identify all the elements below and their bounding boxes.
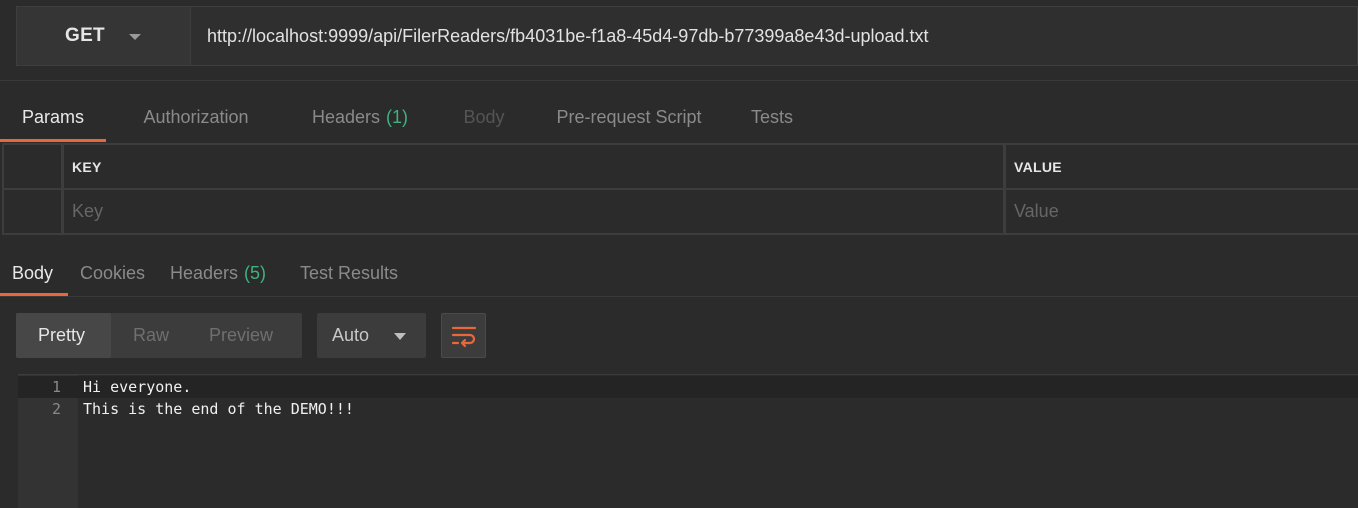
method-select[interactable]: GET bbox=[16, 6, 190, 66]
value-header-label: VALUE bbox=[1014, 158, 1062, 175]
params-input-row: Key Value bbox=[2, 190, 1358, 235]
value-placeholder: Value bbox=[1014, 201, 1059, 221]
wrap-lines-icon bbox=[451, 326, 476, 347]
code-line: 1 Hi everyone. bbox=[18, 376, 1358, 398]
key-header-label: KEY bbox=[72, 158, 102, 175]
view-mode-group: Pretty Raw Preview bbox=[16, 313, 302, 358]
tab-params[interactable]: Params bbox=[0, 92, 107, 142]
select-column-header bbox=[2, 145, 64, 188]
method-label: GET bbox=[65, 25, 105, 46]
tab-cookies[interactable]: Cookies bbox=[68, 250, 158, 296]
key-input[interactable]: Key bbox=[64, 190, 1006, 233]
headers-count-badge: (1) bbox=[386, 106, 409, 127]
divider bbox=[0, 296, 1358, 297]
request-tabs: Params Authorization Headers (1) Body Pr… bbox=[0, 92, 820, 142]
tab-body: Body bbox=[434, 92, 534, 142]
response-headers-count-badge: (5) bbox=[244, 262, 267, 283]
tab-label: Headers bbox=[311, 106, 381, 127]
wrap-lines-button[interactable] bbox=[441, 313, 486, 358]
preview-label: Preview bbox=[209, 325, 274, 345]
preview-button[interactable]: Preview bbox=[191, 313, 302, 358]
response-body-editor[interactable]: 1 Hi everyone. 2 This is the end of the … bbox=[18, 374, 1358, 508]
response-tabs: Body Cookies Headers (5) Test Results bbox=[0, 250, 408, 296]
key-placeholder: Key bbox=[72, 201, 104, 221]
format-select[interactable]: Auto bbox=[317, 313, 426, 358]
line-text: This is the end of the DEMO!!! bbox=[83, 400, 354, 418]
tab-label: Authorization bbox=[143, 106, 249, 127]
request-bar: GET http://localhost:9999/api/FilerReade… bbox=[16, 6, 1358, 66]
tab-label: Test Results bbox=[300, 262, 399, 283]
tab-label: Headers bbox=[170, 262, 239, 283]
tab-label: Pre-request Script bbox=[556, 106, 702, 127]
pretty-button[interactable]: Pretty bbox=[16, 313, 111, 358]
params-header-row: KEY VALUE bbox=[2, 145, 1358, 190]
tab-label: Tests bbox=[751, 106, 794, 127]
line-number: 2 bbox=[51, 400, 61, 418]
url-input[interactable]: http://localhost:9999/api/FilerReaders/f… bbox=[190, 6, 1358, 66]
raw-button[interactable]: Raw bbox=[111, 313, 191, 358]
line-number: 1 bbox=[51, 378, 61, 396]
chevron-down-icon bbox=[394, 333, 406, 340]
tab-label: Body bbox=[12, 262, 54, 283]
pretty-label: Pretty bbox=[38, 325, 86, 345]
tab-tests[interactable]: Tests bbox=[724, 92, 820, 142]
value-column-header: VALUE bbox=[1006, 145, 1358, 188]
divider bbox=[0, 80, 1358, 81]
params-table: KEY VALUE Key Value bbox=[2, 143, 1358, 235]
raw-label: Raw bbox=[133, 325, 170, 345]
tab-headers[interactable]: Headers (1) bbox=[286, 92, 434, 142]
format-label: Auto bbox=[332, 325, 370, 345]
row-checkbox-cell[interactable] bbox=[2, 190, 64, 233]
tab-label: Params bbox=[22, 106, 85, 127]
chevron-down-icon bbox=[128, 34, 141, 40]
tab-response-body[interactable]: Body bbox=[0, 250, 68, 296]
value-input[interactable]: Value bbox=[1006, 190, 1358, 233]
tab-label: Cookies bbox=[80, 262, 146, 283]
tab-response-headers[interactable]: Headers (5) bbox=[158, 250, 288, 296]
line-text: Hi everyone. bbox=[83, 378, 192, 396]
tab-test-results[interactable]: Test Results bbox=[288, 250, 408, 296]
tab-pre-request-script[interactable]: Pre-request Script bbox=[534, 92, 724, 142]
key-column-header: KEY bbox=[64, 145, 1006, 188]
tab-label: Body bbox=[463, 106, 505, 127]
code-line: 2 This is the end of the DEMO!!! bbox=[18, 398, 1358, 420]
tab-authorization[interactable]: Authorization bbox=[106, 92, 286, 142]
